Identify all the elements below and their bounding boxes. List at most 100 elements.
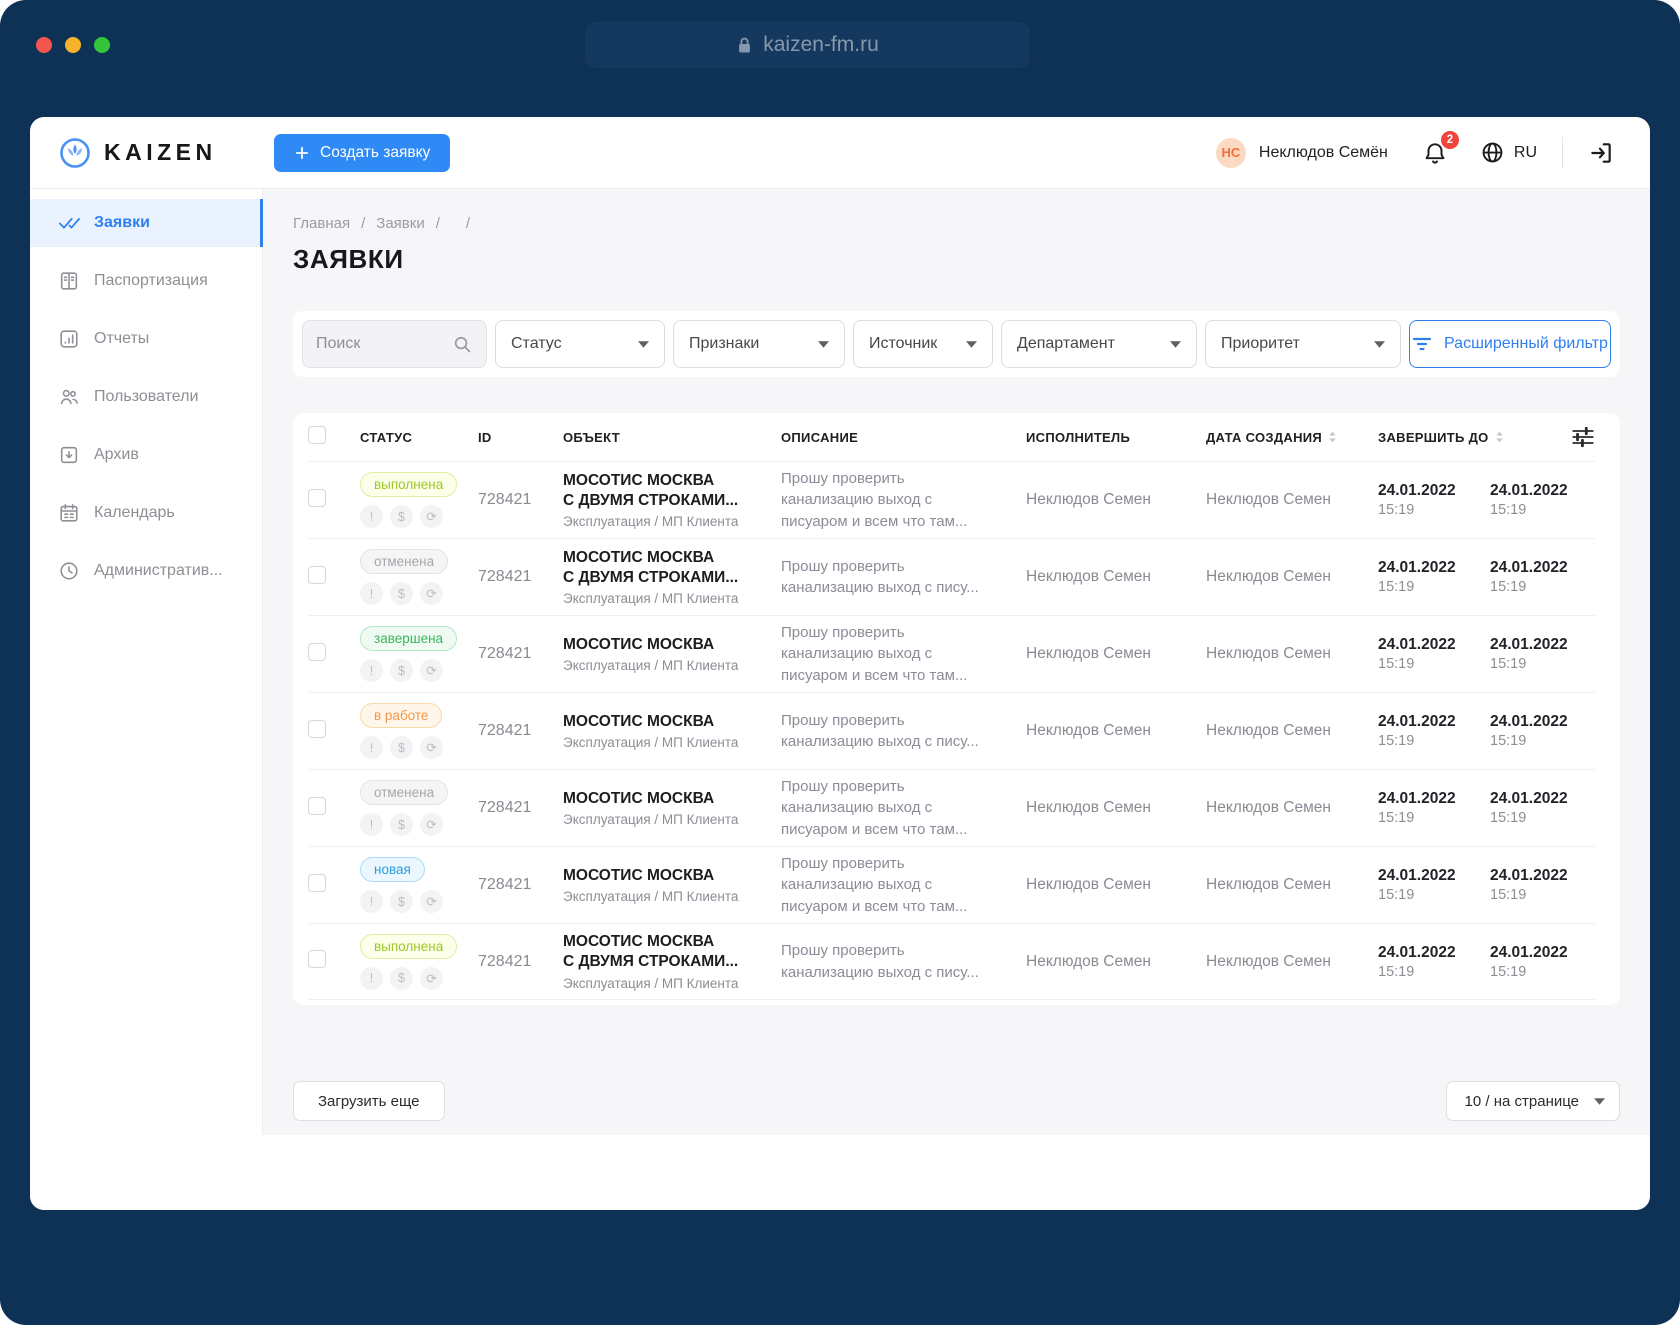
repeat-icon: ⟳	[420, 966, 443, 990]
due-date: 24.01.2022 15:19	[1490, 559, 1568, 595]
table-row[interactable]: выполнена ! $ ⟳ 728421 МОСОТИС МОСКВА С …	[308, 461, 1595, 538]
table-row[interactable]: отменена ! $ ⟳ 728421 МОСОТИС МОСКВА Экс…	[308, 769, 1595, 846]
due-date: 24.01.2022 15:19	[1490, 790, 1568, 826]
sidebar-item-requests[interactable]: Заявки	[30, 199, 263, 247]
executor-name: Неклюдов Семен	[1026, 952, 1151, 970]
request-description: Прошу проверить канализацию выход с пису…	[781, 470, 968, 530]
department-filter-dropdown[interactable]: Департамент	[1001, 320, 1197, 368]
repeat-icon: ⟳	[420, 813, 443, 836]
features-filter-dropdown[interactable]: Признаки	[673, 320, 845, 368]
dollar-icon: $	[390, 890, 413, 913]
chevron-down-icon	[638, 340, 649, 348]
created-date: 24.01.2022 15:19	[1378, 482, 1456, 518]
executor-name: Неклюдов Семен	[1026, 645, 1151, 662]
user-name[interactable]: Неклюдов Семён	[1259, 144, 1388, 162]
status-filter-dropdown[interactable]: Статус	[495, 320, 665, 368]
table-row[interactable]: в работе ! $ ⟳ 728421 МОСОТИС МОСКВА Экс…	[308, 692, 1595, 769]
row-checkbox[interactable]	[308, 796, 326, 815]
page-title: ЗАЯВКИ	[293, 244, 404, 274]
load-more-button[interactable]: Загрузить еще	[293, 1081, 445, 1121]
create-request-button[interactable]: Создать заявку	[274, 133, 451, 172]
column-settings-button[interactable]	[1482, 425, 1595, 449]
repeat-icon: ⟳	[420, 659, 443, 682]
sort-arrows-icon	[1328, 430, 1337, 444]
executor-name: Неклюдов Семен	[1026, 799, 1151, 816]
table-row[interactable]: завершена ! $ ⟳ 728421 МОСОТИС МОСКВА Эк…	[308, 615, 1595, 692]
row-checkbox[interactable]	[308, 642, 326, 661]
object-subtitle: Эксплуатация / МП Клиента	[563, 812, 739, 828]
author-name: Неклюдов Семен	[1206, 799, 1331, 816]
filter-panel: Статус Признаки Источник	[293, 311, 1620, 377]
request-id: 728421	[478, 722, 532, 739]
author-name: Неклюдов Семен	[1206, 491, 1331, 508]
source-filter-dropdown[interactable]: Источник	[853, 320, 993, 368]
repeat-icon: ⟳	[420, 890, 443, 913]
row-checkbox[interactable]	[308, 565, 326, 584]
object-subtitle: Эксплуатация / МП Клиента	[563, 591, 739, 607]
row-checkbox[interactable]	[308, 950, 326, 968]
row-checkbox[interactable]	[308, 719, 326, 738]
created-date: 24.01.2022 15:19	[1378, 867, 1456, 903]
chevron-down-icon	[1594, 1097, 1605, 1105]
minimize-window-button[interactable]	[65, 37, 81, 53]
column-header-due[interactable]: ЗАВЕРШИТЬ ДО	[1370, 430, 1503, 445]
request-id: 728421	[478, 952, 532, 970]
priority-filter-dropdown[interactable]: Приоритет	[1205, 320, 1401, 368]
table-row[interactable]: выполнена ! $ ⟳ 728421 МОСОТИС МОСКВА С …	[308, 923, 1595, 1000]
dollar-icon: $	[390, 505, 413, 528]
notifications-button[interactable]: 2	[1422, 130, 1459, 166]
table-row[interactable]: отменена ! $ ⟳ 728421 МОСОТИС МОСКВА С Д…	[308, 538, 1595, 615]
table-row[interactable]: новая ! $ ⟳ 728421 МОСОТИС МОСКВА Эксплу…	[308, 846, 1595, 923]
breadcrumb: Главная / Заявки / /	[293, 215, 1620, 232]
sidebar: Заявки Паспортизация Отчеты Пользователи…	[30, 189, 263, 1135]
archive-box-icon	[58, 444, 80, 466]
breadcrumb-requests[interactable]: Заявки	[376, 215, 424, 232]
close-window-button[interactable]	[36, 37, 52, 53]
object-title: МОСОТИС МОСКВА	[563, 789, 715, 807]
sidebar-item-passportization[interactable]: Паспортизация	[30, 257, 262, 305]
row-checkbox[interactable]	[308, 873, 326, 892]
sidebar-item-reports[interactable]: Отчеты	[30, 315, 262, 363]
table-header-row: СТАТУС ID ОБЪЕКТ ОПИСАНИЕ ИСПОЛНИТЕЛЬ ДА…	[308, 413, 1595, 461]
chevron-down-icon	[1170, 340, 1181, 348]
column-header-status: СТАТУС	[360, 429, 413, 445]
breadcrumb-home[interactable]: Главная	[293, 215, 350, 232]
sidebar-item-administrative[interactable]: Административ...	[30, 547, 262, 595]
sidebar-item-users[interactable]: Пользователи	[30, 373, 262, 421]
repeat-icon: ⟳	[420, 736, 443, 759]
maximize-window-button[interactable]	[94, 37, 110, 53]
status-badge: отменена	[360, 549, 449, 574]
search-input[interactable]	[316, 335, 452, 353]
bar-chart-icon	[58, 328, 80, 350]
sidebar-item-archive[interactable]: Архив	[30, 431, 262, 479]
row-checkbox[interactable]	[308, 488, 326, 507]
status-badge: отменена	[360, 780, 449, 805]
logout-button[interactable]	[1588, 140, 1614, 166]
created-date: 24.01.2022 15:19	[1378, 559, 1456, 595]
search-icon	[452, 334, 473, 355]
repeat-icon: ⟳	[420, 582, 443, 605]
advanced-filter-button[interactable]: Расширенный фильтр	[1409, 320, 1611, 368]
object-subtitle: Эксплуатация / МП Клиента	[563, 658, 739, 674]
request-id: 728421	[478, 876, 532, 893]
header-divider	[1562, 136, 1563, 169]
select-all-checkbox[interactable]	[308, 425, 326, 444]
due-date: 24.01.2022 15:19	[1490, 713, 1568, 749]
object-title: МОСОТИС МОСКВА С ДВУМЯ СТРОКАМИ...	[563, 471, 739, 509]
column-header-created[interactable]: ДАТА СОЗДАНИЯ	[1198, 430, 1370, 445]
breadcrumb-separator: /	[465, 215, 471, 232]
object-subtitle: Эксплуатация / МП Клиента	[563, 975, 739, 991]
language-switcher[interactable]: RU	[1480, 140, 1537, 165]
globe-icon	[1480, 140, 1505, 165]
object-subtitle: Эксплуатация / МП Клиента	[563, 735, 739, 751]
per-page-dropdown[interactable]: 10 / на странице	[1445, 1081, 1620, 1121]
exclamation-icon: !	[360, 966, 383, 990]
plus-icon	[294, 145, 310, 161]
avatar[interactable]: НС	[1215, 137, 1246, 168]
address-bar[interactable]: kaizen-fm.ru	[585, 22, 1030, 68]
column-header-executor: ИСПОЛНИТЕЛЬ	[1026, 429, 1131, 445]
sidebar-item-calendar[interactable]: Календарь	[30, 489, 262, 537]
status-badge: выполнена	[360, 933, 458, 959]
due-date: 24.01.2022 15:19	[1490, 867, 1568, 903]
executor-name: Неклюдов Семен	[1026, 491, 1151, 508]
